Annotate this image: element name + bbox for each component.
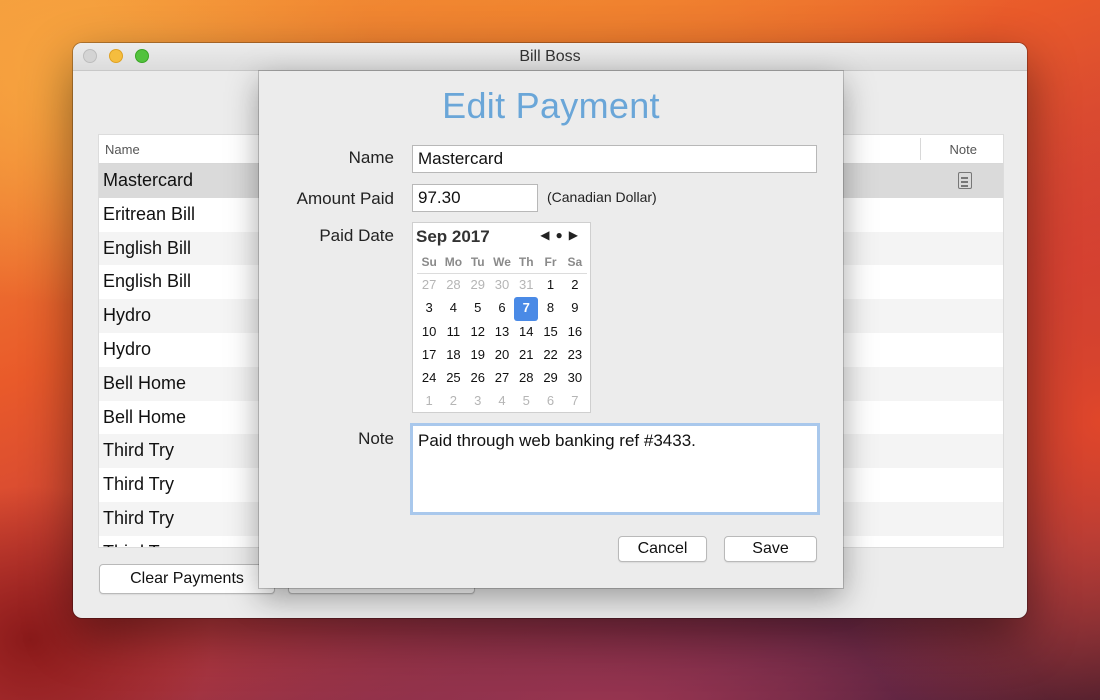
calendar-day[interactable]: 22: [538, 344, 562, 367]
calendar-day[interactable]: 4: [490, 390, 514, 413]
row-name: Hydro: [103, 305, 152, 326]
note-label: Note: [358, 429, 394, 448]
calendar-prev-icon[interactable]: ◀: [540, 228, 555, 242]
calendar-next-icon[interactable]: ▶: [569, 228, 584, 242]
calendar-day[interactable]: 30: [563, 367, 587, 390]
calendar-day[interactable]: 2: [563, 274, 587, 297]
calendar-day[interactable]: 19: [466, 344, 490, 367]
calendar-nav: ◀●▶: [540, 228, 584, 242]
note-document-icon[interactable]: [958, 172, 972, 189]
calendar-day[interactable]: 7: [563, 390, 587, 413]
calendar-day[interactable]: 31: [514, 274, 538, 297]
calendar-day[interactable]: 28: [441, 274, 465, 297]
row-name: Third Try: [103, 542, 174, 547]
calendar-day[interactable]: 4: [441, 297, 465, 320]
calendar-day[interactable]: 15: [538, 321, 562, 344]
calendar-week-row: 17 18 19 20 21 22 23: [417, 344, 587, 367]
name-label: Name: [348, 148, 394, 167]
amount-label: Amount Paid: [296, 189, 394, 208]
calendar-day[interactable]: 27: [490, 367, 514, 390]
row-name: Eritrean Bill: [103, 203, 196, 224]
row-name: Third Try: [103, 507, 175, 528]
row-name: Third Try: [103, 474, 175, 495]
calendar-day[interactable]: 2: [441, 390, 465, 413]
weekday-label: Tu: [470, 255, 485, 269]
column-divider: [920, 138, 921, 160]
column-header-name[interactable]: Name: [105, 142, 140, 157]
calendar-day[interactable]: 28: [514, 367, 538, 390]
sheet-title: Edit Payment: [442, 85, 660, 126]
name-field[interactable]: Mastercard: [412, 145, 817, 173]
calendar-week-row: 1234567: [417, 390, 587, 413]
calendar-day[interactable]: 1: [538, 274, 562, 297]
note-textarea[interactable]: Paid through web banking ref #3433.: [410, 423, 820, 515]
row-name: English Bill: [103, 237, 192, 258]
calendar-day[interactable]: 25: [441, 367, 465, 390]
row-name: Third Try: [103, 440, 175, 461]
calendar-day[interactable]: 20: [490, 344, 514, 367]
calendar-day[interactable]: 17: [417, 344, 441, 367]
calendar-day[interactable]: 12: [466, 321, 490, 344]
calendar-day[interactable]: 23: [563, 344, 587, 367]
calendar-day[interactable]: 5: [514, 390, 538, 413]
calendar-week-row: 24 25 26 27 28 29 30: [417, 367, 587, 390]
calendar-day[interactable]: 26: [466, 367, 490, 390]
clear-payments-button[interactable]: Clear Payments: [99, 564, 275, 594]
paid-date-label: Paid Date: [319, 226, 394, 245]
amount-field[interactable]: 97.30: [412, 184, 538, 212]
currency-label: (Canadian Dollar): [547, 189, 657, 205]
cancel-button[interactable]: Cancel: [618, 536, 707, 562]
calendar-week-row: 27 28 29 30 31 1 2: [417, 274, 587, 297]
calendar-day[interactable]: 11: [441, 321, 465, 344]
column-header-note[interactable]: Note: [950, 142, 977, 157]
row-name: Bell Home: [103, 406, 187, 427]
date-picker-calendar[interactable]: Sep 2017 ◀●▶ Su Mo Tu We Th Fr Sa 27 28 29 30 31 1 2 3…: [412, 222, 591, 413]
title-bar[interactable]: Bill Boss: [73, 43, 1027, 71]
edit-payment-sheet: Edit Payment Name Mastercard Amount Paid…: [259, 71, 843, 588]
calendar-day[interactable]: 6: [538, 390, 562, 413]
calendar-day[interactable]: 18: [441, 344, 465, 367]
calendar-today-icon[interactable]: ●: [556, 228, 569, 242]
calendar-month-label: Sep 2017: [416, 227, 490, 246]
calendar-day[interactable]: 10: [417, 321, 441, 344]
weekday-label: We: [493, 255, 511, 269]
calendar-weekday-row: Su Mo Tu We Th Fr Sa: [417, 251, 587, 274]
weekday-label: Fr: [544, 255, 557, 269]
calendar-day[interactable]: 27: [417, 274, 441, 297]
weekday-label: Mo: [444, 255, 463, 269]
calendar-day[interactable]: 24: [417, 367, 441, 390]
calendar-day[interactable]: 1: [417, 390, 441, 413]
calendar-week-row: 3456789: [417, 297, 587, 321]
calendar-day[interactable]: 21: [514, 344, 538, 367]
calendar-day[interactable]: 29: [466, 274, 490, 297]
row-name: Hydro: [103, 338, 152, 359]
calendar-grid: Su Mo Tu We Th Fr Sa 27 28 29 30 31 1 2 3 4 5 6 7 8 9 10 11 12 1…: [417, 251, 587, 414]
row-name: Bell Home: [103, 372, 187, 393]
calendar-day[interactable]: 29: [538, 367, 562, 390]
calendar-day[interactable]: 6: [490, 297, 514, 320]
save-button[interactable]: Save: [724, 536, 817, 562]
weekday-label: Sa: [567, 255, 583, 269]
weekday-label: Th: [518, 255, 534, 269]
weekday-label: Su: [421, 255, 437, 269]
calendar-day[interactable]: 30: [490, 274, 514, 297]
calendar-day[interactable]: 16: [563, 321, 587, 344]
calendar-day[interactable]: 3: [417, 297, 441, 320]
calendar-day[interactable]: 5: [466, 297, 490, 320]
calendar-day[interactable]: 8: [538, 297, 562, 320]
window-title: Bill Boss: [519, 48, 581, 65]
calendar-day[interactable]: 9: [563, 297, 587, 320]
calendar-day[interactable]: 3: [466, 390, 490, 413]
calendar-day[interactable]: 14: [514, 321, 538, 344]
calendar-day[interactable]: 13: [490, 321, 514, 344]
calendar-week-row: 10 11 12 13 14 15 16: [417, 321, 587, 344]
row-name: English Bill: [103, 271, 192, 292]
row-name: Mastercard: [103, 170, 194, 190]
calendar-day-selected[interactable]: 7: [514, 297, 539, 321]
